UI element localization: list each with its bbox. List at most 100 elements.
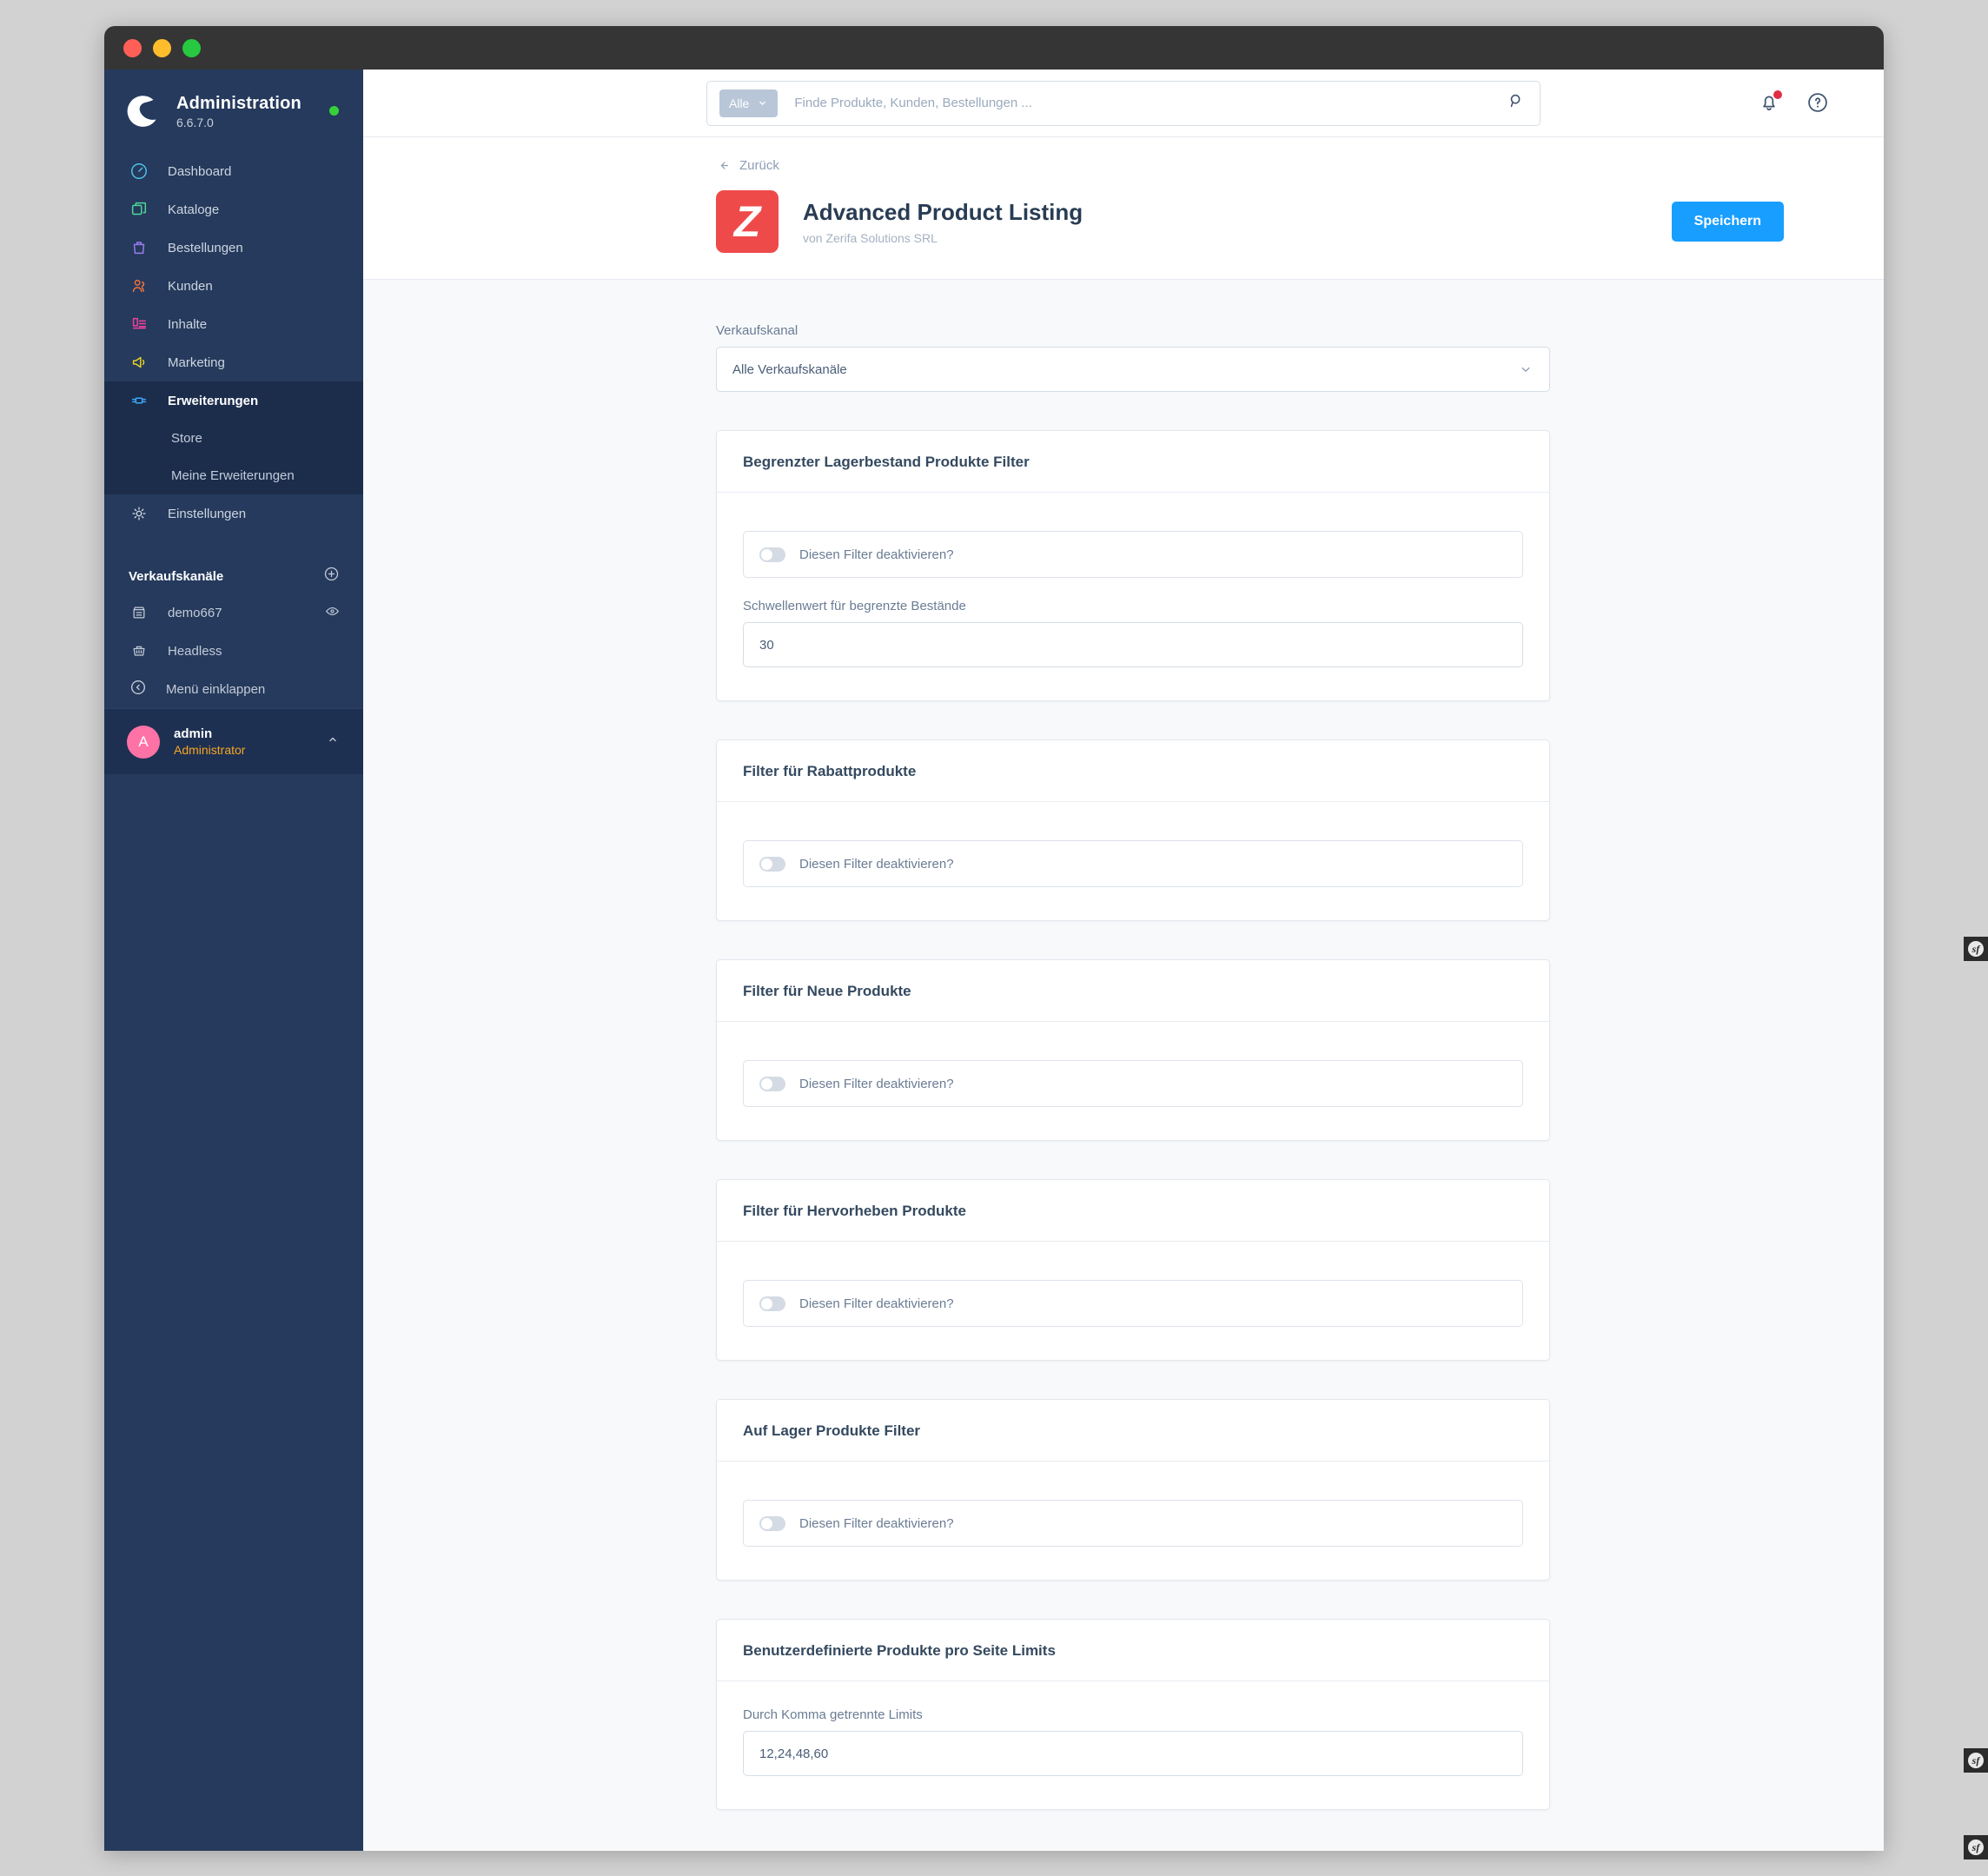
sales-channel-label: Verkaufskanal [716, 323, 799, 338]
customers-icon [129, 275, 149, 296]
sidebar-subitem-store[interactable]: Store [104, 420, 363, 457]
plus-circle-icon[interactable] [322, 565, 341, 587]
question-circle-icon[interactable] [1806, 90, 1832, 116]
sales-channel-field: Verkaufskanal Alle Verkaufskanäle [716, 323, 1550, 392]
chevron-left-circle-icon [129, 678, 148, 700]
marketing-icon [129, 352, 149, 373]
sidebar-item-label: Kataloge [168, 202, 220, 217]
toggle-label: Diesen Filter deaktivieren? [799, 856, 954, 872]
disable-filter-toggle[interactable]: Diesen Filter deaktivieren? [743, 1060, 1523, 1107]
brand-block[interactable]: Administration 6.6.7.0 [104, 70, 363, 129]
window-minimize-button[interactable] [153, 38, 171, 57]
symfony-debug-badge[interactable]: sf [1964, 937, 1988, 961]
card-title: Benutzerdefinierte Produkte pro Seite Li… [717, 1620, 1549, 1681]
sales-channels-header: Verkaufskanäle [104, 559, 363, 593]
toggle-switch[interactable] [759, 547, 785, 562]
sales-channel-headless[interactable]: Headless [104, 632, 363, 670]
toggle-label: Diesen Filter deaktivieren? [799, 1296, 954, 1311]
sidebar-item-inhalte[interactable]: Inhalte [104, 305, 363, 343]
symfony-debug-badge[interactable]: sf [1964, 1835, 1988, 1859]
window-close-button[interactable] [123, 38, 142, 57]
card-produkte-pro-seite-limits: Benutzerdefinierte Produkte pro Seite Li… [716, 1619, 1550, 1810]
sidebar-item-kunden[interactable]: Kunden [104, 267, 363, 305]
card-neue-produkte: Filter für Neue Produkte Diesen Filter d… [716, 959, 1550, 1141]
eye-icon[interactable] [324, 603, 341, 623]
search-input[interactable] [794, 96, 1507, 110]
sidebar-item-kataloge[interactable]: Kataloge [104, 190, 363, 229]
sales-channel-value: Alle Verkaufskanäle [732, 361, 847, 377]
symfony-logo-icon: sf [1968, 941, 1984, 957]
card-body: Diesen Filter deaktivieren? Schwellenwer… [717, 493, 1549, 700]
toggle-knob [761, 1517, 772, 1529]
sidebar-item-bestellungen[interactable]: Bestellungen [104, 229, 363, 267]
toggle-switch[interactable] [759, 1076, 785, 1091]
window-maximize-button[interactable] [182, 38, 201, 57]
page-title: Advanced Product Listing [803, 198, 1083, 225]
disable-filter-toggle[interactable]: Diesen Filter deaktivieren? [743, 531, 1523, 578]
disable-filter-toggle[interactable]: Diesen Filter deaktivieren? [743, 1500, 1523, 1547]
sidebar-filler [104, 774, 363, 1851]
toggle-label: Diesen Filter deaktivieren? [799, 1076, 954, 1091]
disable-filter-toggle[interactable]: Diesen Filter deaktivieren? [743, 1280, 1523, 1327]
limits-label: Durch Komma getrennte Limits [743, 1707, 923, 1722]
collapse-menu-label: Menü einklappen [166, 681, 266, 697]
sidebar-item-einstellungen[interactable]: Einstellungen [104, 494, 363, 533]
bell-icon[interactable] [1757, 89, 1783, 116]
card-rabattprodukte: Filter für Rabattprodukte Diesen Filter … [716, 739, 1550, 921]
symfony-logo-icon: sf [1968, 1840, 1984, 1855]
user-name: admin [174, 726, 213, 741]
card-body: Diesen Filter deaktivieren? [717, 802, 1549, 920]
sidebar-item-dashboard[interactable]: Dashboard [104, 152, 363, 190]
sales-channel-label: Headless [168, 643, 222, 659]
threshold-input[interactable] [743, 622, 1523, 667]
sidebar-item-label: Dashboard [168, 163, 232, 179]
global-search[interactable]: Alle [706, 80, 1541, 126]
window-titlebar [104, 26, 1884, 70]
storefront-icon [129, 602, 149, 623]
sidebar-item-label: Bestellungen [168, 240, 243, 255]
app-body: Administration 6.6.7.0 Dashboard Katalog… [104, 70, 1884, 1851]
toggle-switch[interactable] [759, 856, 785, 872]
sidebar-item-label: Kunden [168, 278, 213, 294]
user-menu[interactable]: A admin Administrator [104, 708, 363, 774]
brand-title: Administration [176, 93, 302, 113]
card-body: Diesen Filter deaktivieren? [717, 1242, 1549, 1360]
extensions-icon [129, 390, 149, 411]
browser-window: Administration 6.6.7.0 Dashboard Katalog… [104, 26, 1884, 1851]
sidebar: Administration 6.6.7.0 Dashboard Katalog… [104, 70, 363, 1851]
sidebar-subitem-meine-erweiterungen[interactable]: Meine Erweiterungen [104, 457, 363, 494]
sidebar-item-erweiterungen[interactable]: Erweiterungen [104, 381, 363, 420]
sales-channel-label: demo667 [168, 605, 222, 620]
card-hervorheben-produkte: Filter für Hervorheben Produkte Diesen F… [716, 1179, 1550, 1361]
disable-filter-toggle[interactable]: Diesen Filter deaktivieren? [743, 840, 1523, 887]
catalog-icon [129, 199, 149, 220]
brand-version: 6.6.7.0 [176, 115, 214, 129]
search-scope-selector[interactable]: Alle [719, 89, 779, 117]
sales-channels-title: Verkaufskanäle [129, 568, 224, 584]
limits-input[interactable] [743, 1731, 1523, 1776]
chevron-down-icon [1521, 367, 1530, 372]
avatar: A [127, 725, 160, 759]
arrow-left-icon [720, 162, 729, 169]
toggle-knob [761, 548, 772, 560]
card-body: Diesen Filter deaktivieren? [717, 1022, 1549, 1140]
card-auf-lager-produkte: Auf Lager Produkte Filter Diesen Filter … [716, 1399, 1550, 1581]
status-indicator-dot [329, 106, 339, 116]
back-link[interactable]: Zurück [716, 158, 779, 173]
save-button[interactable]: Speichern [1671, 202, 1784, 242]
card-title: Filter für Neue Produkte [717, 960, 1549, 1022]
sales-channel-select[interactable]: Alle Verkaufskanäle [716, 347, 1550, 392]
orders-icon [129, 237, 149, 258]
toggle-switch[interactable] [759, 1296, 785, 1311]
sales-channel-demo667[interactable]: demo667 [104, 593, 363, 632]
toggle-label: Diesen Filter deaktivieren? [799, 1515, 954, 1531]
sidebar-item-label: Inhalte [168, 316, 208, 332]
search-icon[interactable] [1507, 91, 1526, 115]
symfony-debug-badge[interactable]: sf [1964, 1748, 1988, 1773]
toggle-switch[interactable] [759, 1515, 785, 1531]
chevron-up-icon[interactable] [325, 732, 341, 752]
sidebar-item-label: Einstellungen [168, 506, 247, 521]
gear-icon [129, 503, 149, 524]
collapse-menu-button[interactable]: Menü einklappen [104, 670, 363, 708]
sidebar-item-marketing[interactable]: Marketing [104, 343, 363, 381]
